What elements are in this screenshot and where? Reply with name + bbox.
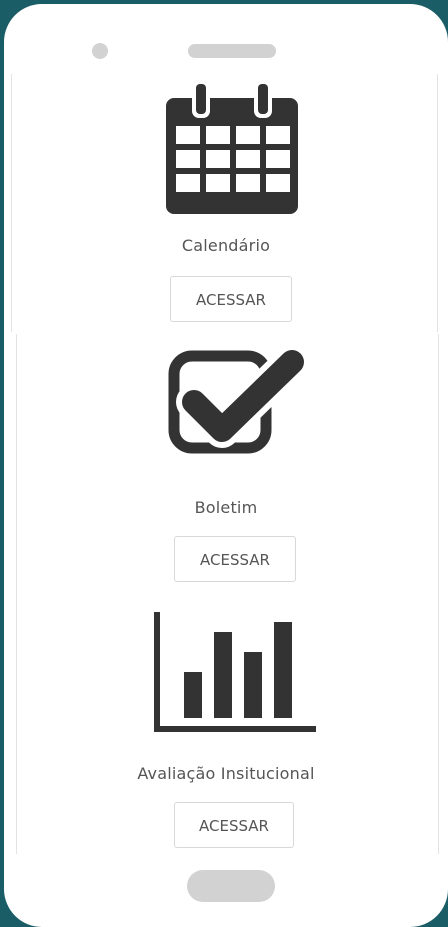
phone-frame: Calendário ACESSAR Boletim ACESSAR Avali… (4, 4, 448, 927)
card-calendario: Calendário ACESSAR (4, 4, 448, 334)
bar-chart-icon (154, 612, 316, 732)
card-boletim: Boletim ACESSAR (4, 334, 448, 594)
checkbox-checked-icon (168, 344, 304, 454)
acessar-button-boletim[interactable]: ACESSAR (174, 536, 296, 582)
card-label: Boletim (194, 498, 258, 517)
acessar-button-calendario[interactable]: ACESSAR (170, 276, 292, 322)
home-button[interactable] (187, 870, 275, 902)
acessar-button-avaliacao[interactable]: ACESSAR (174, 802, 294, 848)
card-label: Avaliação Insitucional (137, 764, 315, 783)
calendar-icon (166, 80, 298, 214)
card-label: Calendário (181, 236, 271, 255)
card-avaliacao: Avaliação Insitucional ACESSAR (4, 594, 448, 854)
